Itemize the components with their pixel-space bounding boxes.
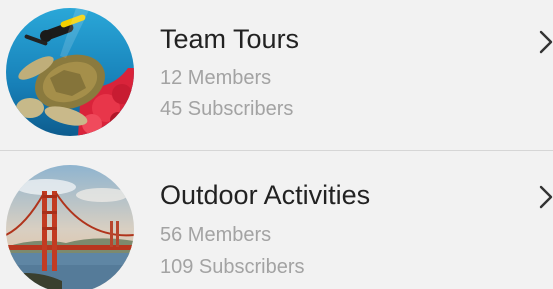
list-item-team-tours[interactable]: Team Tours 12 Members 45 Subscribers xyxy=(0,0,553,150)
group-members-count: 56 Members xyxy=(160,224,272,246)
chevron-right-icon xyxy=(539,30,553,54)
list-item-outdoor-activities[interactable]: Outdoor Activities 56 Members 109 Subscr… xyxy=(0,152,553,289)
group-subscribers-count: 45 Subscribers xyxy=(160,98,294,120)
group-title: Outdoor Activities xyxy=(160,180,371,210)
group-subscribers-count: 109 Subscribers xyxy=(160,256,305,278)
row-divider xyxy=(0,150,553,151)
chevron-right-icon xyxy=(539,185,553,209)
group-title: Team Tours xyxy=(160,24,300,54)
group-list: Team Tours 12 Members 45 Subscribers Out… xyxy=(0,0,553,289)
group-avatar-outdoor-activities xyxy=(6,165,134,289)
group-members-count: 12 Members xyxy=(160,67,272,89)
group-avatar-team-tours xyxy=(6,8,134,136)
